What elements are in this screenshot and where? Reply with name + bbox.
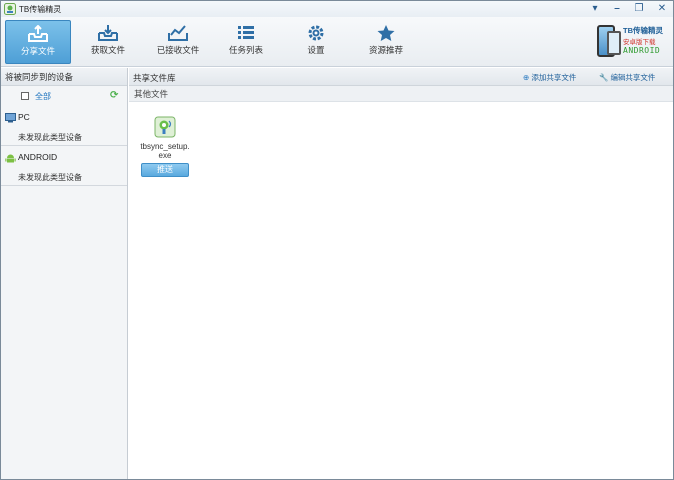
tab-label: 任务列表 xyxy=(228,45,263,55)
promo-title: TB传输精灵 xyxy=(623,26,663,35)
promo-subtitle: 安卓版下载 xyxy=(623,39,656,46)
close-icon[interactable]: ✕ xyxy=(656,3,668,15)
gear-icon xyxy=(308,25,324,41)
device-group-android[interactable]: ANDROID 未发现此类型设备 xyxy=(1,146,127,186)
menu-dropdown-icon[interactable]: ▾ xyxy=(589,3,601,15)
file-item[interactable]: tbsync_setup.exe 推送 xyxy=(139,116,191,177)
star-icon xyxy=(377,25,395,41)
shared-library-panel: 共享文件库 ⊕ 添加共享文件 🔧 编辑共享文件 其他文件 tbsync_setu… xyxy=(129,68,673,479)
tab-settings[interactable]: 设置 xyxy=(283,20,349,64)
device-panel-header: 将被同步到的设备 xyxy=(1,68,127,86)
window-title: TB传输精灵 xyxy=(19,5,62,14)
tab-label: 设置 xyxy=(307,45,325,55)
tab-label: 已接收文件 xyxy=(156,45,200,55)
device-empty-text: 未发现此类型设备 xyxy=(18,173,82,182)
device-group-name: PC xyxy=(18,112,30,122)
received-chart-icon xyxy=(168,25,188,41)
receive-tray-icon xyxy=(98,25,118,41)
pc-monitor-icon xyxy=(5,113,16,123)
wrench-icon: 🔧 xyxy=(599,73,609,82)
tab-resource-recommend[interactable]: 资源推荐 xyxy=(353,20,419,64)
refresh-icon[interactable]: ⟳ xyxy=(110,90,118,101)
promo-android-text: ANDROID xyxy=(623,46,661,55)
plus-circle-icon: ⊕ xyxy=(523,73,530,82)
android-icon xyxy=(5,154,16,163)
select-all-checkbox[interactable] xyxy=(21,92,29,100)
add-shared-file-label: 添加共享文件 xyxy=(531,73,577,82)
tab-label: 获取文件 xyxy=(90,45,125,55)
task-list-icon xyxy=(238,26,254,39)
shared-library-header: 共享文件库 ⊕ 添加共享文件 🔧 编辑共享文件 xyxy=(129,68,673,86)
app-window: TB传输精灵 ▾ – ❐ ✕ 分享文件 获取文件 已接收文件 任务列表 设置 资… xyxy=(0,0,674,480)
add-shared-file-link[interactable]: ⊕ 添加共享文件 xyxy=(523,72,576,83)
tab-label: 资源推荐 xyxy=(368,45,403,55)
tab-task-list[interactable]: 任务列表 xyxy=(213,20,279,64)
section-header-other-files: 其他文件 xyxy=(129,86,673,102)
main-toolbar: 分享文件 获取文件 已接收文件 任务列表 设置 资源推荐 TB传输精灵 安卓版下… xyxy=(1,17,673,67)
tab-get-files[interactable]: 获取文件 xyxy=(75,20,141,64)
share-tray-icon xyxy=(28,25,48,42)
device-panel: 将被同步到的设备 全部 ⟳ PC 未发现此类型设备 ANDROID 未发现此类型… xyxy=(1,68,128,479)
phone-icon-secondary xyxy=(607,31,621,55)
shared-library-title: 共享文件库 xyxy=(133,73,176,83)
restore-icon[interactable]: ❐ xyxy=(633,3,645,15)
edit-shared-file-label: 编辑共享文件 xyxy=(610,73,656,82)
exe-file-icon xyxy=(154,116,176,138)
device-empty-text: 未发现此类型设备 xyxy=(18,133,82,142)
select-all-label[interactable]: 全部 xyxy=(35,91,51,102)
edit-shared-file-link[interactable]: 🔧 编辑共享文件 xyxy=(599,72,655,83)
push-button[interactable]: 推送 xyxy=(141,163,189,177)
title-bar: TB传输精灵 ▾ – ❐ ✕ xyxy=(1,1,673,17)
minimize-icon[interactable]: – xyxy=(611,3,623,15)
device-group-name: ANDROID xyxy=(18,152,58,162)
tab-received-files[interactable]: 已接收文件 xyxy=(145,20,211,64)
select-all-row: 全部 ⟳ xyxy=(1,86,127,106)
app-logo-icon xyxy=(4,3,16,15)
android-download-promo[interactable]: TB传输精灵 安卓版下载 ANDROID xyxy=(597,23,667,63)
tab-label: 分享文件 xyxy=(20,46,55,56)
file-name: tbsync_setup.exe xyxy=(140,142,190,160)
tab-share-files[interactable]: 分享文件 xyxy=(5,20,71,64)
device-group-pc[interactable]: PC 未发现此类型设备 xyxy=(1,106,127,146)
